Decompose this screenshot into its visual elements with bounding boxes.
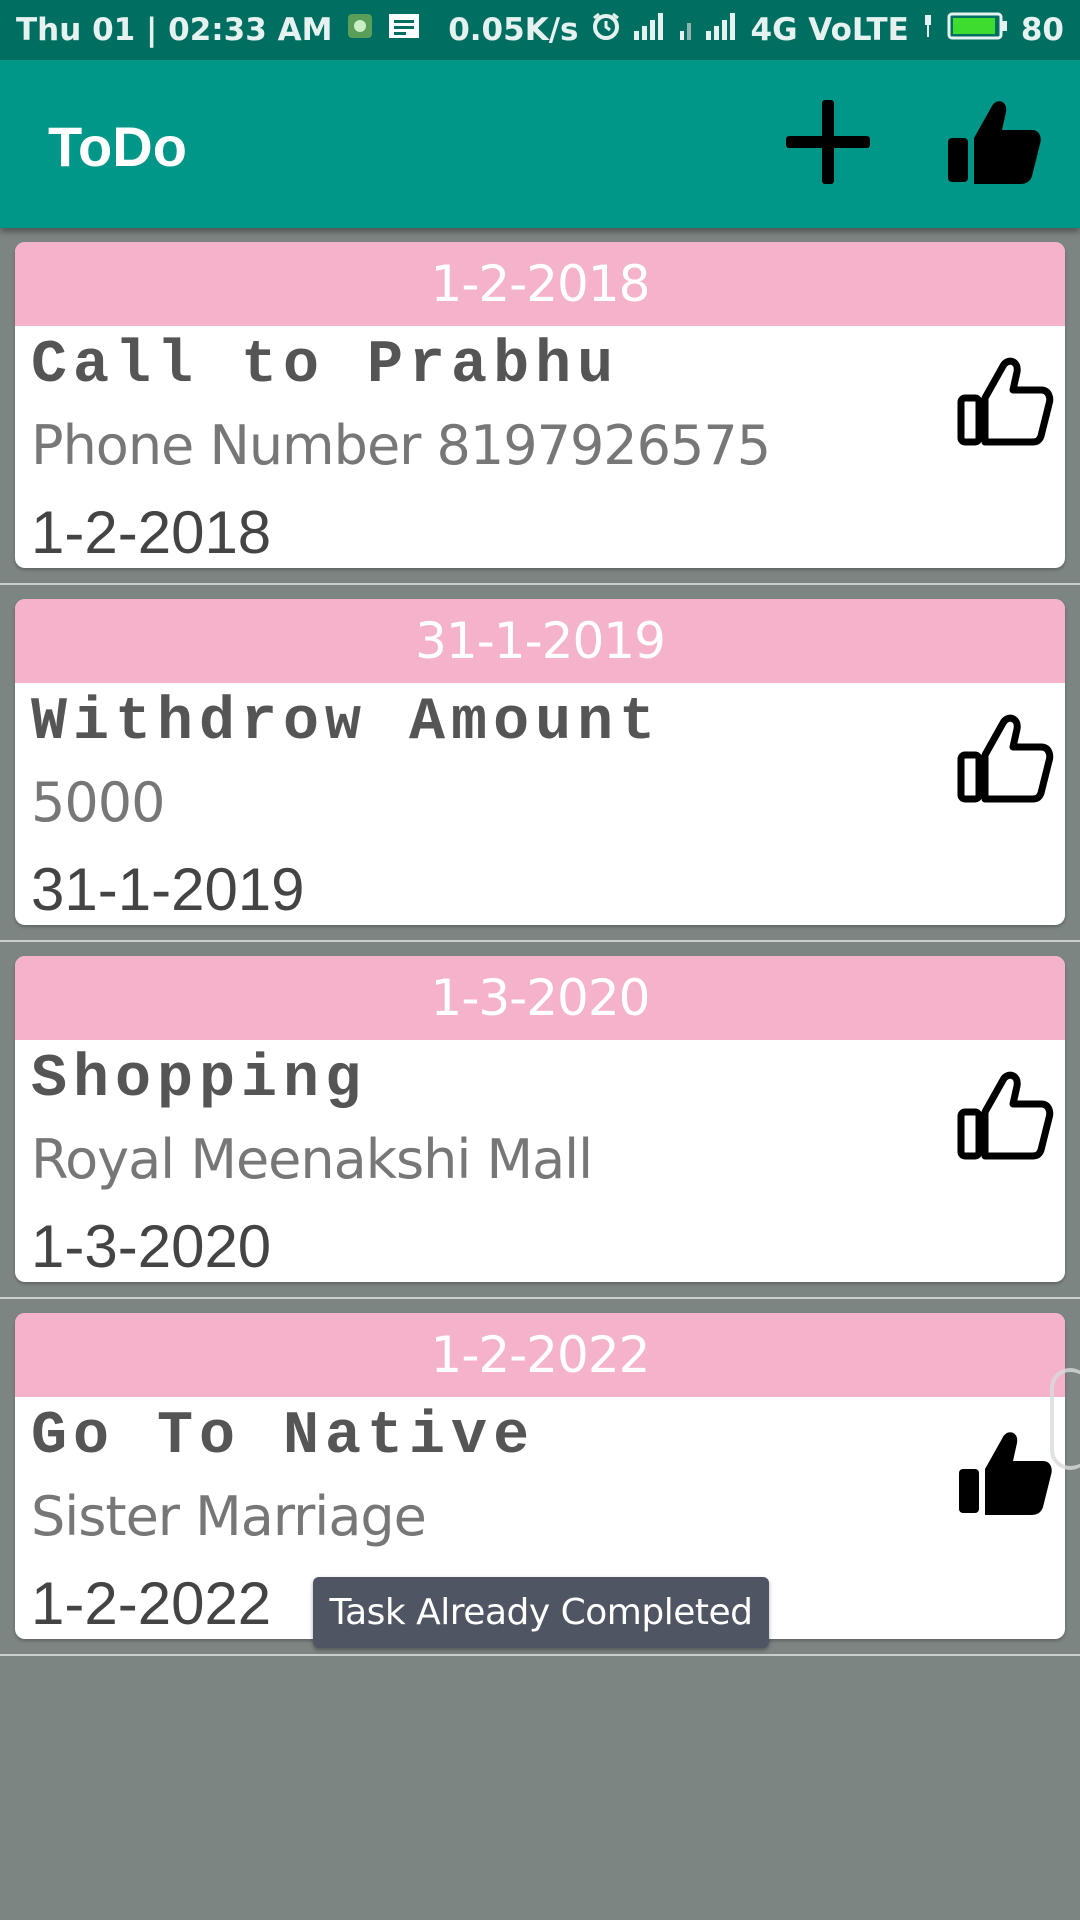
task-card[interactable]: 1-3-2020 Shopping Royal Meenakshi Mall 1… — [15, 956, 1065, 1282]
message-notification-icon — [388, 12, 420, 48]
alarm-icon — [591, 11, 621, 49]
task-title: Call to Prabhu — [31, 332, 620, 400]
task-description: Sister Marriage — [31, 1485, 427, 1548]
mark-complete-button[interactable] — [955, 1423, 1055, 1523]
task-date: 1-3-2020 — [31, 1213, 272, 1280]
thumbs-up-outline-icon — [957, 357, 1054, 446]
signal-strength-2-icon — [705, 11, 739, 49]
task-row: 31-1-2019 Withdrow Amount 5000 31-1-2019 — [0, 585, 1080, 942]
task-row: 1-2-2018 Call to Prabhu Phone Number 819… — [0, 228, 1080, 585]
task-header-date: 31-1-2019 — [15, 599, 1065, 683]
task-description: Phone Number 8197926575 — [31, 414, 771, 477]
status-time: Thu 01 | 02:33 AM — [16, 12, 333, 48]
battery-level: 80 — [1020, 12, 1064, 48]
task-title: Shopping — [31, 1046, 368, 1114]
plus-icon — [786, 100, 870, 184]
app-notification-icon — [346, 12, 374, 48]
network-type: 4G VoLTE — [750, 12, 909, 48]
task-header-date: 1-2-2018 — [15, 242, 1065, 326]
task-description: 5000 — [31, 771, 165, 834]
thumbs-up-filled-icon — [959, 1432, 1052, 1515]
task-card[interactable]: 1-2-2018 Call to Prabhu Phone Number 819… — [15, 242, 1065, 568]
toast-message: Task Already Completed — [313, 1577, 769, 1648]
thumbs-up-outline-icon — [957, 714, 1054, 803]
task-card[interactable]: 31-1-2019 Withdrow Amount 5000 31-1-2019 — [15, 599, 1065, 925]
task-title: Go To Native — [31, 1403, 536, 1471]
task-description: Royal Meenakshi Mall — [31, 1128, 593, 1191]
task-date: 1-2-2018 — [31, 499, 272, 566]
thumbs-up-filled-icon — [948, 101, 1041, 184]
task-row: 1-3-2020 Shopping Royal Meenakshi Mall 1… — [0, 942, 1080, 1299]
completed-tasks-button[interactable] — [944, 92, 1044, 192]
task-title: Withdrow Amount — [31, 689, 662, 757]
signal-weak-icon — [679, 11, 693, 49]
task-header-date: 1-3-2020 — [15, 956, 1065, 1040]
mark-complete-button[interactable] — [955, 1066, 1055, 1166]
mark-complete-button[interactable] — [955, 352, 1055, 452]
mark-complete-button[interactable] — [955, 709, 1055, 809]
task-header-date: 1-2-2022 — [15, 1313, 1065, 1397]
signal-strength-icon — [633, 11, 667, 49]
app-bar: ToDo — [0, 60, 1080, 228]
battery-icon — [947, 11, 1009, 49]
fast-scroll-handle[interactable] — [1050, 1368, 1080, 1470]
charging-icon — [921, 11, 935, 49]
add-task-button[interactable] — [778, 92, 878, 192]
task-date: 1-2-2022 — [31, 1570, 272, 1637]
thumbs-up-outline-icon — [957, 1071, 1054, 1160]
network-speed: 0.05K/s — [448, 12, 579, 48]
task-date: 31-1-2019 — [31, 856, 305, 923]
status-bar: Thu 01 | 02:33 AM 0.05K/s 4G VoLTE 80 — [0, 0, 1080, 60]
app-title: ToDo — [48, 115, 187, 178]
